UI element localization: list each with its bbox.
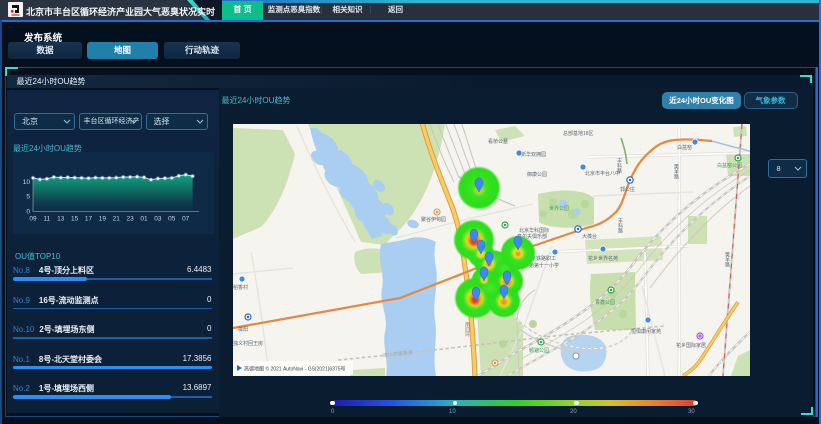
svg-text:11: 11: [44, 216, 51, 223]
svg-text:颖锚公园: 颖锚公园: [529, 347, 549, 354]
svg-text:独义村回王房: 独义村回王房: [233, 340, 263, 347]
svg-text:北京市丰台八中: 北京市丰台八中: [585, 170, 620, 177]
svg-text:丰科路: 丰科路: [617, 217, 623, 234]
svg-text:聚谷伊甸园: 聚谷伊甸园: [421, 216, 446, 223]
svg-text:21: 21: [113, 216, 121, 223]
svg-text:御康公园: 御康公园: [527, 171, 547, 178]
svg-text:大葆台: 大葆台: [582, 233, 597, 240]
svg-text:樊羊路: 樊羊路: [724, 251, 730, 268]
svg-text:09: 09: [29, 216, 37, 223]
svg-text:5: 5: [26, 194, 30, 201]
svg-text:15: 15: [71, 216, 79, 223]
svg-text:南四环: 南四环: [464, 321, 470, 338]
svg-text:稻香村: 稻香村: [233, 284, 248, 291]
svg-text:高德地图 © 2021 AutoNavi - GS(2021: 高德地图 © 2021 AutoNavi - GS(2021)6375号: [244, 366, 346, 373]
svg-text:17: 17: [85, 216, 93, 223]
svg-text:03: 03: [154, 216, 162, 223]
svg-text:樊羊路: 樊羊路: [673, 163, 679, 180]
svg-text:新华双拥园: 新华双拥园: [521, 151, 546, 158]
svg-text:10: 10: [23, 179, 31, 186]
svg-text:总部基地18区: 总部基地18区: [563, 130, 594, 137]
svg-text:05: 05: [168, 216, 176, 223]
svg-text:北京华科国际: 北京华科国际: [519, 227, 549, 234]
svg-text:葆阳: 葆阳: [238, 326, 248, 333]
svg-text:看桥公墓: 看桥公墓: [488, 138, 508, 145]
svg-text:花乡世界名苑: 花乡世界名苑: [588, 255, 618, 262]
svg-text:01: 01: [140, 216, 148, 223]
svg-text:世界公园: 世界公园: [549, 205, 569, 212]
svg-text:郭公庄: 郭公庄: [620, 186, 635, 193]
svg-text:19: 19: [99, 216, 107, 223]
svg-text:0: 0: [26, 209, 30, 216]
svg-text:23: 23: [127, 216, 135, 223]
svg-text:07: 07: [182, 216, 190, 223]
svg-text:白盆窑公园: 白盆窑公园: [717, 162, 742, 169]
svg-text:花乡国际家居: 花乡国际家居: [676, 342, 706, 349]
svg-text:青鑫公园: 青鑫公园: [595, 299, 615, 306]
svg-text:丰科路: 丰科路: [616, 157, 622, 174]
svg-text:恒俱康闲家苑: 恒俱康闲家苑: [631, 328, 661, 335]
svg-text:13: 13: [57, 216, 65, 223]
svg-text:白盆窑: 白盆窑: [677, 144, 692, 151]
